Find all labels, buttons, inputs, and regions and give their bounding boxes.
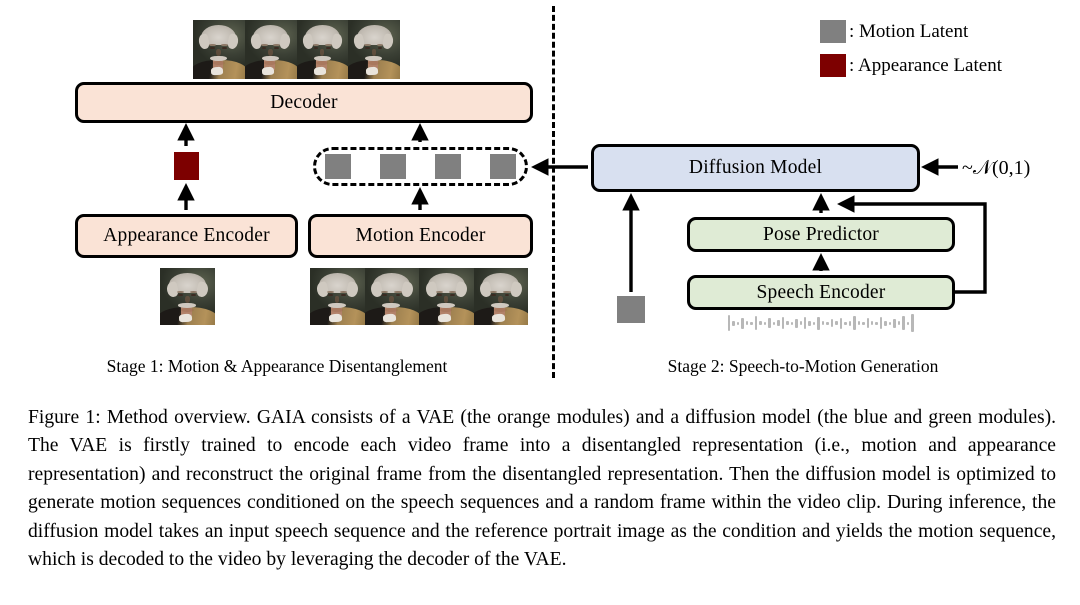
legend: : Motion Latent : Appearance Latent bbox=[820, 20, 1002, 88]
method-overview-diagram: Decoder Appearance Encoder Motion Encode… bbox=[0, 0, 1080, 392]
legend-label: : Appearance Latent bbox=[849, 54, 1002, 76]
figure-caption: Figure 1: Method overview. GAIA consists… bbox=[28, 407, 1056, 571]
appearance-latent-swatch-icon bbox=[820, 54, 846, 77]
figure-page: Decoder Appearance Encoder Motion Encode… bbox=[0, 0, 1080, 605]
motion-latent-swatch-icon bbox=[820, 20, 846, 43]
legend-label: : Motion Latent bbox=[849, 20, 969, 42]
legend-item-motion-latent: : Motion Latent bbox=[820, 20, 1002, 43]
stage-2-label: Stage 2: Speech-to-Motion Generation bbox=[667, 356, 939, 376]
legend-item-appearance-latent: : Appearance Latent bbox=[820, 54, 1002, 77]
stage-1-label: Stage 1: Motion & Appearance Disentangle… bbox=[106, 356, 448, 376]
